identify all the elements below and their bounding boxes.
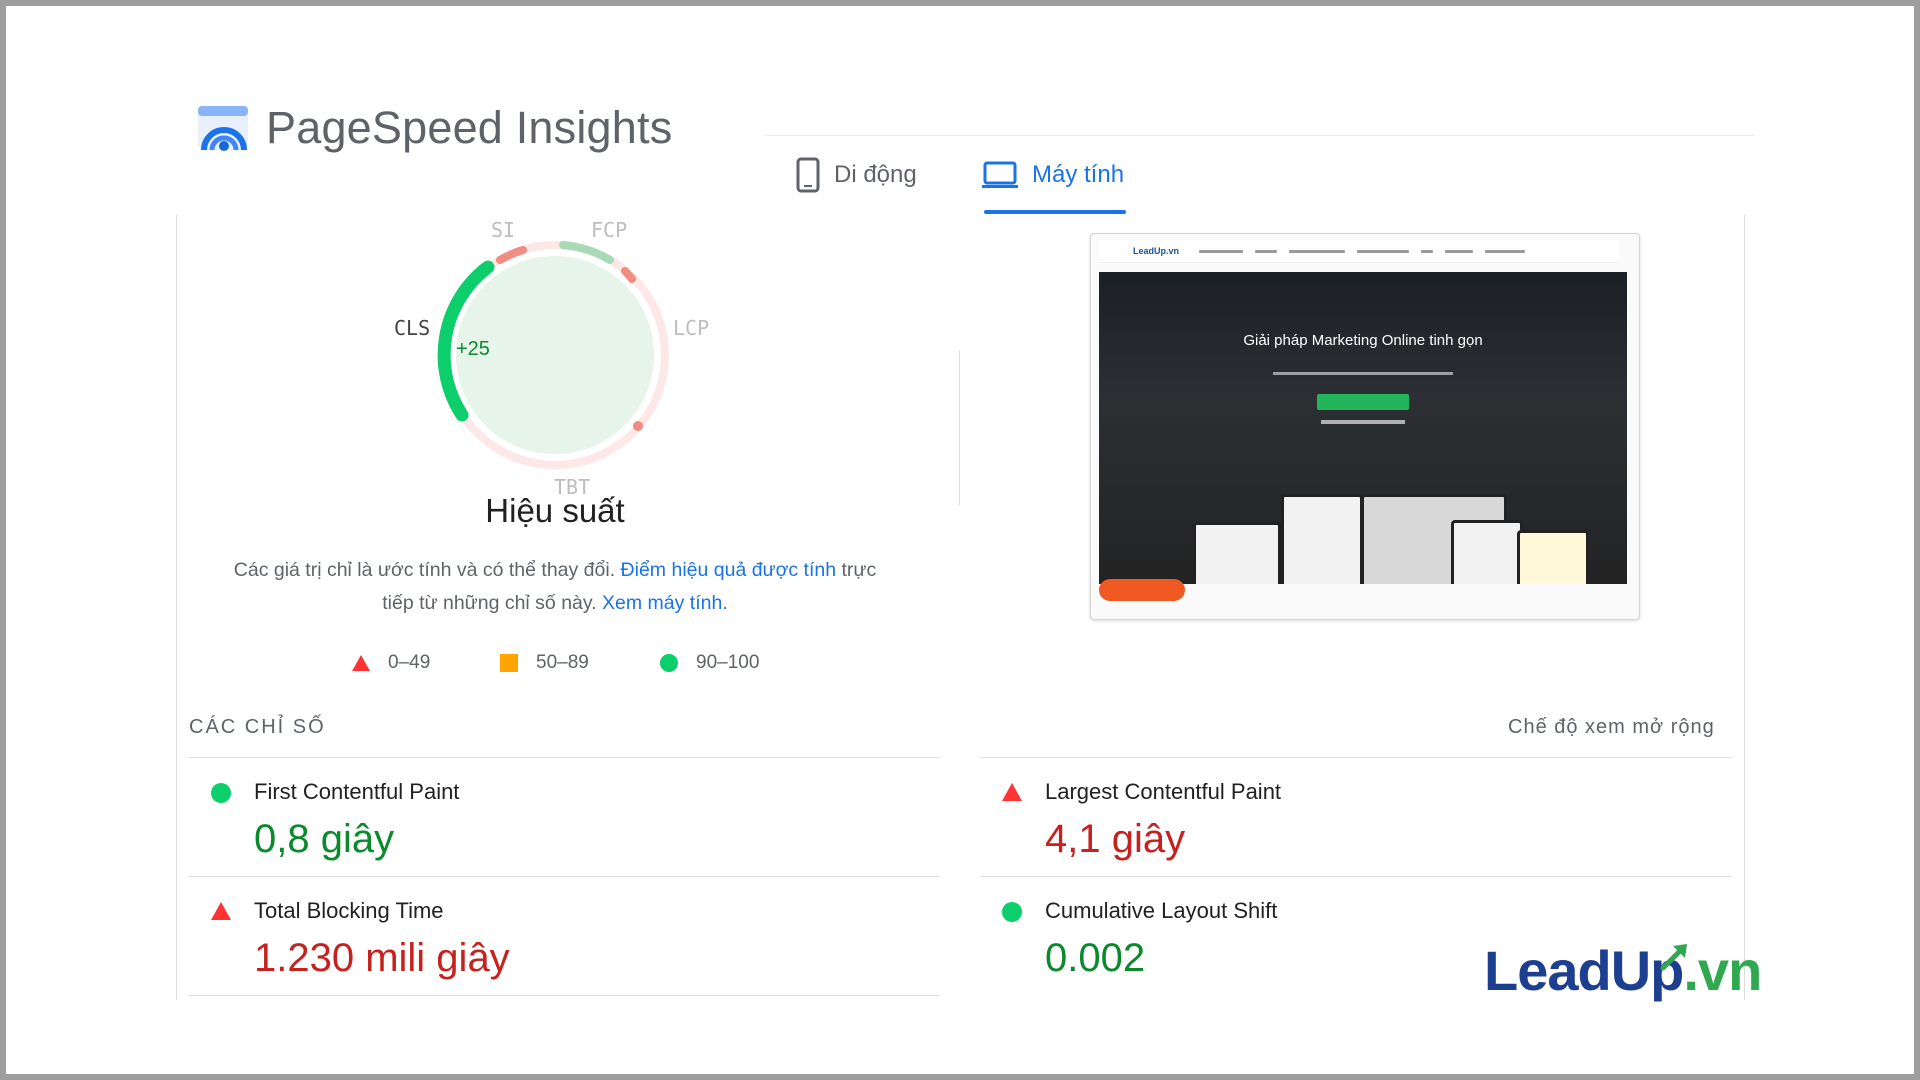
description-text-1: Các giá trị chỉ là ước tính và có thể th… bbox=[233, 559, 616, 581]
tbt-segment bbox=[633, 421, 643, 431]
metrics-divider bbox=[980, 757, 1732, 758]
gauge-label-lcp: LCP bbox=[673, 316, 710, 340]
fail-triangle-icon bbox=[1002, 783, 1022, 806]
metric-fcp: First Contentful Paint 0,8 giây bbox=[189, 779, 940, 879]
gauge-label-fcp: FCP bbox=[591, 218, 628, 242]
metrics-divider bbox=[189, 876, 940, 877]
pagespeed-logo-icon bbox=[196, 100, 252, 156]
metric-name: Largest Contentful Paint bbox=[1045, 779, 1282, 804]
metric-tbt: Total Blocking Time 1.230 mili giây bbox=[189, 898, 940, 998]
legend-pass: 90–100 bbox=[660, 652, 759, 674]
screenshot-hero: Giải pháp Marketing Online tinh gọn bbox=[1099, 272, 1627, 584]
gauge-label-si: SI bbox=[491, 218, 516, 242]
performance-gauge: +25 bbox=[437, 241, 669, 469]
metric-value: 0.002 bbox=[1045, 936, 1146, 980]
calculator-link[interactable]: Xem máy tính. bbox=[602, 592, 728, 614]
metrics-divider bbox=[980, 876, 1732, 877]
metric-name: First Contentful Paint bbox=[254, 779, 460, 804]
triangle-icon bbox=[352, 655, 370, 671]
panel-border-right bbox=[1744, 215, 1745, 1000]
expanded-view-toggle[interactable]: Chế độ xem mở rộng bbox=[1508, 716, 1715, 739]
app-title: PageSpeed Insights bbox=[266, 102, 673, 153]
panel-divider bbox=[959, 350, 960, 505]
tab-desktop[interactable]: Máy tính bbox=[982, 155, 1124, 195]
metric-value: 4,1 giây bbox=[1045, 817, 1186, 861]
score-calc-link[interactable]: Điểm hiệu quả được tính bbox=[621, 559, 837, 581]
square-icon bbox=[500, 654, 518, 672]
metrics-section-title: CÁC CHỈ SỐ bbox=[189, 716, 326, 738]
laptop-icon bbox=[982, 161, 1018, 189]
legend-fail-range: 0–49 bbox=[388, 652, 431, 673]
circle-icon bbox=[660, 654, 678, 672]
metrics-divider bbox=[189, 995, 940, 996]
tab-mobile-label: Di động bbox=[834, 161, 917, 188]
tab-mobile[interactable]: Di động bbox=[796, 155, 917, 195]
metrics-divider bbox=[189, 757, 940, 758]
watermark-tld: .vn bbox=[1683, 939, 1762, 1002]
metric-name: Total Blocking Time bbox=[254, 898, 444, 923]
metric-value: 1.230 mili giây bbox=[254, 936, 510, 980]
screenshot-navbar: LeadUp.vn bbox=[1099, 240, 1619, 263]
page-screenshot: LeadUp.vn Giải pháp Marketing Online tin… bbox=[1090, 233, 1640, 620]
watermark-name: LeadUp bbox=[1484, 939, 1684, 1002]
legend-average: 50–89 bbox=[500, 652, 589, 674]
legend-average-range: 50–89 bbox=[536, 652, 589, 673]
si-segment bbox=[496, 246, 527, 264]
fail-triangle-icon bbox=[211, 902, 231, 925]
score-description: Các giá trị chỉ là ước tính và có thể th… bbox=[220, 554, 890, 620]
legend-fail: 0–49 bbox=[352, 652, 430, 674]
active-tab-indicator bbox=[984, 210, 1126, 214]
screenshot-call-button bbox=[1099, 579, 1185, 601]
panel-border-left bbox=[176, 215, 177, 1000]
screenshot-brand: LeadUp.vn bbox=[1133, 246, 1180, 256]
metric-value: 0,8 giây bbox=[254, 817, 395, 861]
lcp-segment bbox=[621, 267, 636, 283]
pass-circle-icon bbox=[1002, 902, 1022, 927]
gauge-label-cls: CLS bbox=[394, 316, 431, 340]
phone-icon bbox=[796, 157, 820, 193]
cls-delta: +25 bbox=[456, 338, 490, 360]
metric-name: Cumulative Layout Shift bbox=[1045, 898, 1278, 923]
metric-lcp: Largest Contentful Paint 4,1 giây bbox=[980, 779, 1732, 879]
tabs-divider bbox=[764, 135, 1754, 136]
pass-circle-icon bbox=[211, 783, 231, 808]
tab-desktop-label: Máy tính bbox=[1032, 161, 1125, 188]
legend-pass-range: 90–100 bbox=[696, 652, 760, 673]
gauge-title: Hiệu suất bbox=[485, 492, 625, 529]
growth-arrow-icon bbox=[1660, 944, 1687, 971]
screenshot-hero-title: Giải pháp Marketing Online tinh gọn bbox=[1243, 332, 1483, 349]
leadup-watermark: LeadUp.vn bbox=[1484, 938, 1762, 1003]
app-logo[interactable]: PageSpeed Insights bbox=[196, 100, 672, 156]
